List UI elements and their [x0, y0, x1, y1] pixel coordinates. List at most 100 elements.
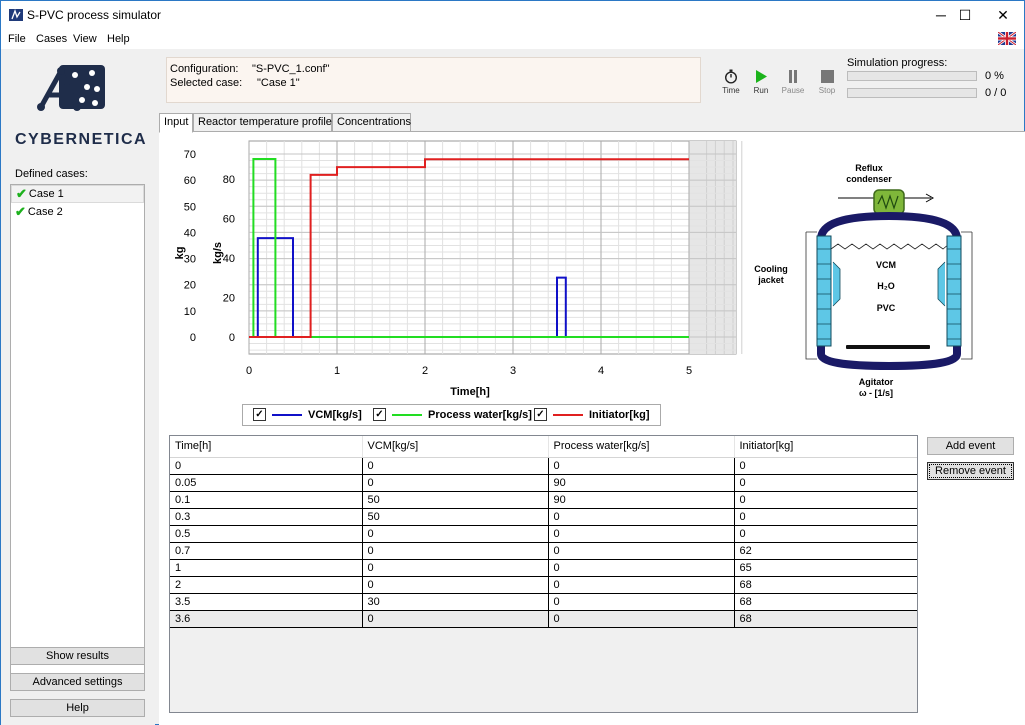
table-cell[interactable]: 0 [548, 525, 735, 543]
table-cell[interactable]: 0 [362, 576, 549, 594]
legend-checkbox-process-water[interactable]: ✓ [373, 408, 386, 421]
y-axis-label-left: kg [174, 247, 186, 260]
table-row[interactable]: 0.5 0 0 0 [170, 525, 917, 543]
table-cell[interactable]: 0.5 [170, 525, 363, 543]
table-cell[interactable]: 90 [548, 491, 735, 509]
table-cell[interactable]: 0 [548, 559, 735, 577]
pause-label: Pause [781, 86, 805, 95]
legend-line-vcm [272, 413, 302, 416]
table-row[interactable]: 3.5 30 0 68 [170, 593, 917, 611]
app-window: S-PVC process simulator ─ ☐ ✕ File Cases… [0, 0, 1025, 725]
table-row[interactable]: 0.7 0 0 62 [170, 542, 917, 560]
table-cell[interactable]: 62 [734, 542, 917, 560]
close-button[interactable]: ✕ [980, 1, 1025, 29]
y-tick-label-left: 40 [184, 227, 196, 239]
table-row[interactable]: 2 0 0 68 [170, 576, 917, 594]
table-cell[interactable]: 0 [548, 508, 735, 526]
reflux-label: Reflux [855, 163, 883, 173]
legend-item-process-water[interactable]: ✓ Process water[kg/s] [373, 408, 532, 421]
table-cell[interactable]: 0.7 [170, 542, 363, 560]
column-header-vcm[interactable]: VCM[kg/s] [362, 436, 549, 458]
table-cell[interactable]: 65 [734, 559, 917, 577]
table-cell[interactable]: 0.3 [170, 508, 363, 526]
table-cell[interactable]: 0 [362, 559, 549, 577]
table-cell[interactable]: 3.5 [170, 593, 363, 611]
table-cell[interactable]: 0 [362, 457, 549, 475]
column-header-process-water[interactable]: Process water[kg/s] [548, 436, 735, 458]
y-tick-label-left: 50 [184, 201, 196, 213]
events-table[interactable]: Time[h] VCM[kg/s] Process water[kg/s] In… [169, 435, 918, 713]
table-cell[interactable]: 0 [362, 542, 549, 560]
table-cell[interactable]: 0 [734, 508, 917, 526]
x-tick-label: 0 [246, 365, 252, 377]
table-cell[interactable]: 0 [548, 610, 735, 628]
table-cell[interactable]: 0 [362, 525, 549, 543]
table-row[interactable]: 0.05 0 90 0 [170, 474, 917, 492]
uk-flag-icon[interactable] [998, 32, 1016, 45]
legend-checkbox-vcm[interactable]: ✓ [253, 408, 266, 421]
table-cell[interactable]: 3.6 [170, 610, 363, 628]
y-tick-label-left: 20 [184, 280, 196, 292]
input-profile-chart: 0 1 2 3 4 5706050403020100806040200Time[h]kg k… [174, 140, 743, 398]
table-cell[interactable]: 0 [362, 474, 549, 492]
stop-icon [821, 69, 834, 83]
chart-legend: ✓ VCM[kg/s] ✓ Process water[kg/s] ✓ Init… [242, 404, 661, 426]
column-header-initiator[interactable]: Initiator[kg] [734, 436, 917, 458]
table-cell[interactable]: 0 [548, 542, 735, 560]
table-cell[interactable]: 50 [362, 491, 549, 509]
table-cell[interactable]: 0 [170, 457, 363, 475]
table-row[interactable]: 0000 [170, 457, 917, 475]
table-cell[interactable]: 0 [548, 576, 735, 594]
advanced-settings-button[interactable]: Advanced settings [10, 673, 145, 691]
progress-bar-percent [847, 71, 977, 81]
help-button[interactable]: Help [10, 699, 145, 717]
add-event-button[interactable]: Add event [927, 437, 1014, 455]
remove-event-button[interactable]: Remove event [927, 462, 1014, 480]
table-cell[interactable]: 0 [362, 610, 549, 628]
pvc-phase-label: PVC [877, 303, 896, 313]
x-tick-label: 2 [422, 365, 428, 377]
table-cell[interactable]: 0 [734, 491, 917, 509]
table-cell[interactable]: 68 [734, 576, 917, 594]
y-tick-label-left: 60 [184, 175, 196, 187]
table-cell[interactable]: 50 [362, 508, 549, 526]
progress-percent-text: 0 % [985, 70, 1004, 82]
table-cell[interactable]: 1 [170, 559, 363, 577]
pause-button[interactable]: Pause [778, 68, 808, 95]
table-cell[interactable]: 0 [734, 457, 917, 475]
table-row[interactable]: 1 0 0 65 [170, 559, 917, 577]
stop-button[interactable]: Stop [812, 68, 842, 95]
table-cell[interactable]: 0.05 [170, 474, 363, 492]
table-cell[interactable]: 2 [170, 576, 363, 594]
y-tick-label-left: 70 [184, 149, 196, 161]
show-results-button[interactable]: Show results [10, 647, 145, 665]
table-row[interactable]: 0.3 50 0 0 [170, 508, 917, 526]
table-cell[interactable]: 0 [734, 474, 917, 492]
table-cell[interactable]: 30 [362, 593, 549, 611]
table-cell[interactable]: 68 [734, 593, 917, 611]
table-cell[interactable]: 68 [734, 610, 917, 628]
table-row[interactable]: 3.6 0 0 68 [170, 610, 917, 628]
column-header-time[interactable]: Time[h] [170, 436, 363, 458]
tab-input[interactable]: Input [159, 113, 193, 133]
progress-count-text: 0 / 0 [985, 87, 1007, 99]
table-cell[interactable]: 0 [548, 593, 735, 611]
agitator-label: Agitator [859, 377, 894, 387]
legend-item-vcm[interactable]: ✓ VCM[kg/s] [253, 408, 362, 421]
legend-line-initiator [553, 413, 583, 416]
table-cell[interactable]: 0 [734, 525, 917, 543]
legend-label-initiator: Initiator[kg] [589, 408, 650, 421]
table-cell[interactable]: 0 [548, 457, 735, 475]
legend-checkbox-initiator[interactable]: ✓ [534, 408, 547, 421]
table-row[interactable]: 0.1 50 90 0 [170, 491, 917, 509]
y-axis-label-right: kg/s [212, 242, 224, 264]
legend-line-process-water [392, 413, 422, 416]
legend-item-initiator[interactable]: ✓ Initiator[kg] [534, 408, 650, 421]
stop-label: Stop [818, 86, 836, 95]
table-cell[interactable]: 0.1 [170, 491, 363, 509]
table-header-row: Time[h] VCM[kg/s] Process water[kg/s] In… [170, 436, 917, 458]
table-cell[interactable]: 90 [548, 474, 735, 492]
plot-area [248, 140, 737, 355]
cooling-jacket-right [946, 235, 962, 347]
x-tick-label: 1 [334, 365, 340, 377]
